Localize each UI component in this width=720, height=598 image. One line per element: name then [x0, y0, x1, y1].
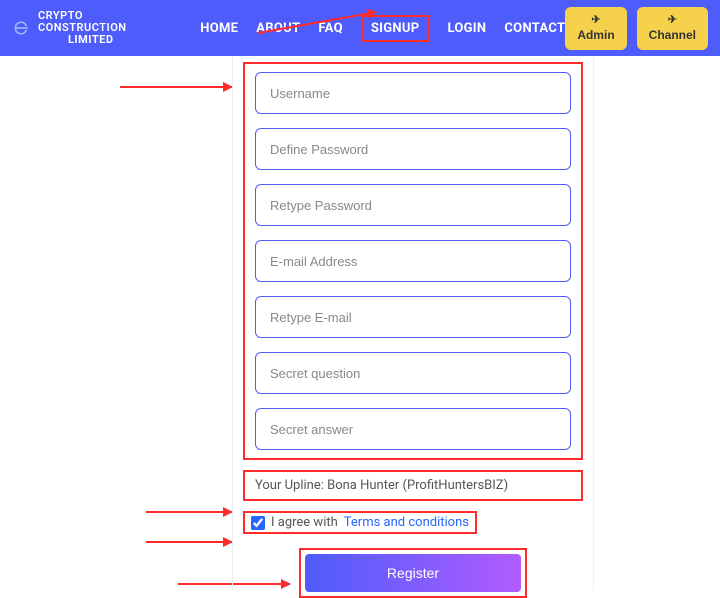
header: CRYPTO CONSTRUCTION LIMITED HOME ABOUT F…: [0, 0, 720, 56]
nav-faq[interactable]: FAQ: [318, 21, 342, 36]
admin-button[interactable]: ✈ Admin: [565, 7, 626, 50]
password-field[interactable]: [255, 128, 571, 170]
terms-row: I agree with Terms and conditions: [243, 511, 477, 534]
secret-question-field[interactable]: [255, 352, 571, 394]
register-wrap: Register: [299, 548, 527, 598]
main-nav: HOME ABOUT FAQ SIGNUP LOGIN CONTACT: [200, 21, 565, 36]
retype-password-field[interactable]: [255, 184, 571, 226]
paper-plane-icon: ✈: [591, 15, 600, 26]
username-field[interactable]: [255, 72, 571, 114]
logo-icon: [12, 17, 32, 39]
terms-checkbox[interactable]: [251, 516, 265, 530]
nav-signup[interactable]: SIGNUP: [361, 15, 430, 42]
upline-info: Your Upline: Bona Hunter (ProfitHuntersB…: [243, 470, 583, 501]
annotation-arrow: [120, 86, 232, 88]
annotation-arrow: [146, 511, 232, 513]
retype-email-field[interactable]: [255, 296, 571, 338]
secret-answer-field[interactable]: [255, 408, 571, 450]
stage: Your Upline: Bona Hunter (ProfitHuntersB…: [0, 56, 720, 590]
register-button[interactable]: Register: [305, 554, 521, 592]
brand-line2: LIMITED: [68, 34, 162, 46]
terms-link[interactable]: Terms and conditions: [344, 515, 469, 530]
nav-login[interactable]: LOGIN: [447, 21, 486, 36]
terms-prefix: I agree with: [271, 515, 338, 530]
nav-home[interactable]: HOME: [200, 21, 238, 36]
signup-form: Your Upline: Bona Hunter (ProfitHuntersB…: [232, 56, 594, 590]
annotation-arrow: [146, 541, 232, 543]
brand-line1: CRYPTO CONSTRUCTION: [38, 10, 162, 34]
email-field[interactable]: [255, 240, 571, 282]
nav-contact[interactable]: CONTACT: [504, 21, 565, 36]
channel-button-label: Channel: [649, 28, 696, 42]
logo-text: CRYPTO CONSTRUCTION LIMITED: [38, 10, 162, 46]
channel-button[interactable]: ✈ Channel: [637, 7, 708, 50]
paper-plane-icon: ✈: [668, 15, 677, 26]
header-buttons: ✈ Admin ✈ Channel: [565, 7, 708, 50]
logo[interactable]: CRYPTO CONSTRUCTION LIMITED: [12, 10, 162, 46]
fields-group: [243, 62, 583, 460]
admin-button-label: Admin: [577, 28, 614, 42]
